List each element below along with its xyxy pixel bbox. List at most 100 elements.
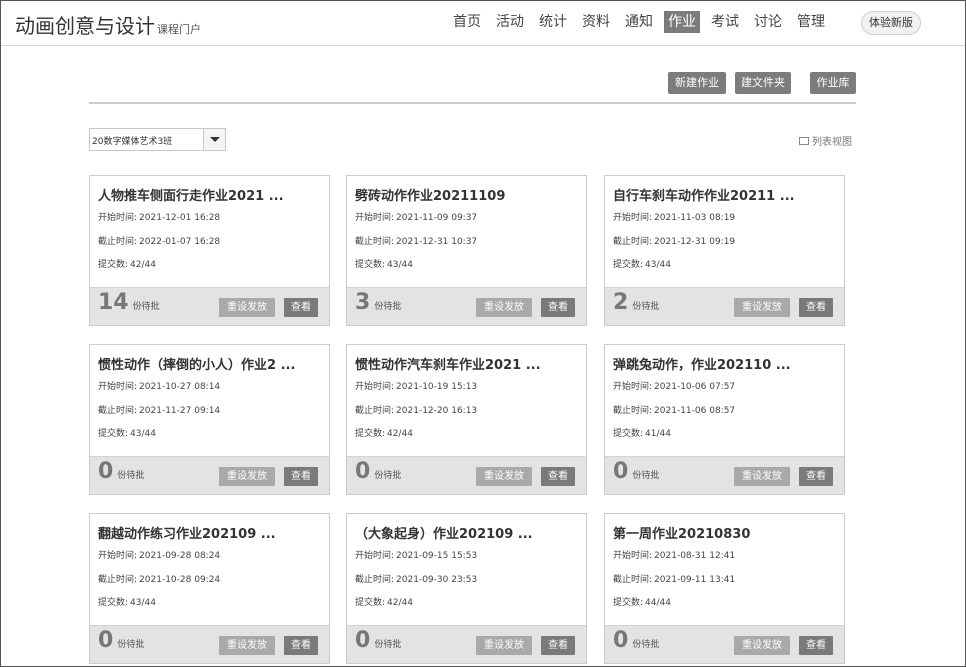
reset-distribution-button[interactable]: 重设发放 <box>219 298 275 317</box>
reset-distribution-button[interactable]: 重设发放 <box>734 298 790 317</box>
assignment-title[interactable]: 劈砖动作作业20211109 <box>355 185 505 204</box>
assignment-title[interactable]: 弹跳兔动作，作业202110 ... <box>613 354 791 373</box>
course-title: 动画创意与设计 <box>15 14 155 38</box>
pending-count: 0 份待批 <box>98 628 144 653</box>
pending-count: 0 份待批 <box>613 459 659 484</box>
start-time-label: 开始时间: <box>98 382 138 392</box>
new-folder-button[interactable]: 建文件夹 <box>735 72 791 94</box>
submitted-label: 提交数: <box>613 260 644 270</box>
start-time-label: 开始时间: <box>355 551 395 561</box>
start-time-value: 2021-10-06 07:57 <box>654 382 736 392</box>
assignment-submissions: 提交数: 42/44 <box>355 595 413 608</box>
assignment-title[interactable]: （大象起身）作业202109 ... <box>355 523 533 542</box>
pending-count: 14 份待批 <box>98 290 160 315</box>
assignment-start-time: 开始时间: 2021-10-19 15:13 <box>355 379 477 392</box>
assignment-title[interactable]: 自行车刹车动作作业20211 ... <box>613 185 795 204</box>
nav-item-home[interactable]: 首页 <box>449 11 485 33</box>
nav-item-statistics[interactable]: 统计 <box>535 11 571 33</box>
try-new-version-button[interactable]: 体验新版 <box>861 11 921 35</box>
reset-distribution-button[interactable]: 重设发放 <box>219 636 275 655</box>
pending-count-value: 14 <box>98 290 129 315</box>
assignment-start-time: 开始时间: 2021-10-06 07:57 <box>613 379 735 392</box>
pending-count-value: 0 <box>355 459 371 484</box>
pending-count-value: 0 <box>613 459 629 484</box>
reset-distribution-button[interactable]: 重设发放 <box>476 467 532 486</box>
nav-item-materials[interactable]: 资料 <box>578 11 614 33</box>
assignment-submissions: 提交数: 43/44 <box>98 426 156 439</box>
new-assignment-button[interactable]: 新建作业 <box>668 72 726 94</box>
start-time-value: 2021-10-27 08:14 <box>139 382 221 392</box>
end-time-label: 截止时间: <box>355 575 395 585</box>
card-footer: 0 份待批 重设发放 查看 <box>605 456 844 494</box>
reset-distribution-button[interactable]: 重设发放 <box>734 636 790 655</box>
assignment-title[interactable]: 翻越动作练习作业202109 ... <box>98 523 276 542</box>
start-time-label: 开始时间: <box>613 382 653 392</box>
assignment-end-time: 截止时间: 2021-12-31 10:37 <box>355 234 477 247</box>
list-view-icon <box>799 137 809 145</box>
end-time-label: 截止时间: <box>355 237 395 247</box>
course-brand[interactable]: 动画创意与设计 课程门户 <box>15 10 201 39</box>
assignment-submissions: 提交数: 42/44 <box>355 426 413 439</box>
reset-distribution-button[interactable]: 重设发放 <box>219 467 275 486</box>
assignment-card[interactable]: 弹跳兔动作，作业202110 ... 开始时间: 2021-10-06 07:57… <box>604 344 845 495</box>
assignment-end-time: 截止时间: 2021-09-30 23:53 <box>355 572 477 585</box>
submitted-value: 41/44 <box>645 429 671 439</box>
class-select-toggle[interactable] <box>203 129 225 150</box>
assignment-title[interactable]: 第一周作业20210830 <box>613 523 750 542</box>
nav-item-exams[interactable]: 考试 <box>707 11 743 33</box>
end-time-value: 2021-09-11 13:41 <box>654 575 736 585</box>
assignment-card[interactable]: 惯性动作（摔倒的小人）作业2 ... 开始时间: 2021-10-27 08:14… <box>89 344 330 495</box>
pending-unit-label: 份待批 <box>117 471 145 481</box>
pending-count-value: 0 <box>613 628 629 653</box>
view-button[interactable]: 查看 <box>284 298 318 317</box>
view-button[interactable]: 查看 <box>284 467 318 486</box>
nav-item-management[interactable]: 管理 <box>793 11 829 33</box>
view-button[interactable]: 查看 <box>284 636 318 655</box>
assignment-library-button[interactable]: 作业库 <box>810 72 856 94</box>
assignment-card[interactable]: 劈砖动作作业20211109 开始时间: 2021-11-09 09:37 截止时… <box>346 175 587 326</box>
assignment-card[interactable]: 自行车刹车动作作业20211 ... 开始时间: 2021-11-03 08:19… <box>604 175 845 326</box>
nav-item-assignments[interactable]: 作业 <box>664 11 700 33</box>
nav-item-activities[interactable]: 活动 <box>492 11 528 33</box>
assignment-card[interactable]: 翻越动作练习作业202109 ... 开始时间: 2021-09-28 08:24… <box>89 513 330 664</box>
pending-count: 2 份待批 <box>613 290 659 315</box>
start-time-value: 2021-12-01 16:28 <box>139 213 221 223</box>
view-button[interactable]: 查看 <box>541 636 575 655</box>
course-portal-label: 课程门户 <box>157 23 201 36</box>
assignment-title[interactable]: 惯性动作（摔倒的小人）作业2 ... <box>98 354 295 373</box>
card-footer: 3 份待批 重设发放 查看 <box>347 287 586 325</box>
assignment-card[interactable]: 人物推车侧面行走作业2021 ... 开始时间: 2021-12-01 16:28… <box>89 175 330 326</box>
assignment-start-time: 开始时间: 2021-12-01 16:28 <box>98 210 220 223</box>
nav-item-discussions[interactable]: 讨论 <box>750 11 786 33</box>
start-time-value: 2021-11-09 09:37 <box>396 213 478 223</box>
assignment-card[interactable]: 惯性动作汽车刹车作业2021 ... 开始时间: 2021-10-19 15:13… <box>346 344 587 495</box>
view-button[interactable]: 查看 <box>799 636 833 655</box>
start-time-label: 开始时间: <box>355 213 395 223</box>
start-time-label: 开始时间: <box>613 213 653 223</box>
assignment-title[interactable]: 惯性动作汽车刹车作业2021 ... <box>355 354 541 373</box>
submitted-value: 42/44 <box>387 429 413 439</box>
assignment-end-time: 截止时间: 2021-11-27 09:14 <box>98 403 220 416</box>
assignment-card[interactable]: （大象起身）作业202109 ... 开始时间: 2021-09-15 15:53… <box>346 513 587 664</box>
view-button[interactable]: 查看 <box>541 467 575 486</box>
assignment-submissions: 提交数: 42/44 <box>98 257 156 270</box>
assignment-start-time: 开始时间: 2021-09-15 15:53 <box>355 548 477 561</box>
reset-distribution-button[interactable]: 重设发放 <box>476 298 532 317</box>
submitted-value: 42/44 <box>387 598 413 608</box>
view-button[interactable]: 查看 <box>799 298 833 317</box>
view-button[interactable]: 查看 <box>541 298 575 317</box>
reset-distribution-button[interactable]: 重设发放 <box>476 636 532 655</box>
reset-distribution-button[interactable]: 重设发放 <box>734 467 790 486</box>
nav-item-notices[interactable]: 通知 <box>621 11 657 33</box>
assignment-title[interactable]: 人物推车侧面行走作业2021 ... <box>98 185 284 204</box>
view-button[interactable]: 查看 <box>799 467 833 486</box>
pending-unit-label: 份待批 <box>374 471 402 481</box>
pending-unit-label: 份待批 <box>632 302 660 312</box>
submitted-label: 提交数: <box>355 429 386 439</box>
list-view-toggle[interactable]: 列表视图 <box>799 133 852 148</box>
assignment-card[interactable]: 第一周作业20210830 开始时间: 2021-08-31 12:41 截止时间… <box>604 513 845 664</box>
card-footer: 0 份待批 重设发放 查看 <box>347 625 586 663</box>
pending-unit-label: 份待批 <box>117 640 145 650</box>
class-select[interactable]: 20数字媒体艺术3班 <box>89 128 226 151</box>
submitted-label: 提交数: <box>613 598 644 608</box>
